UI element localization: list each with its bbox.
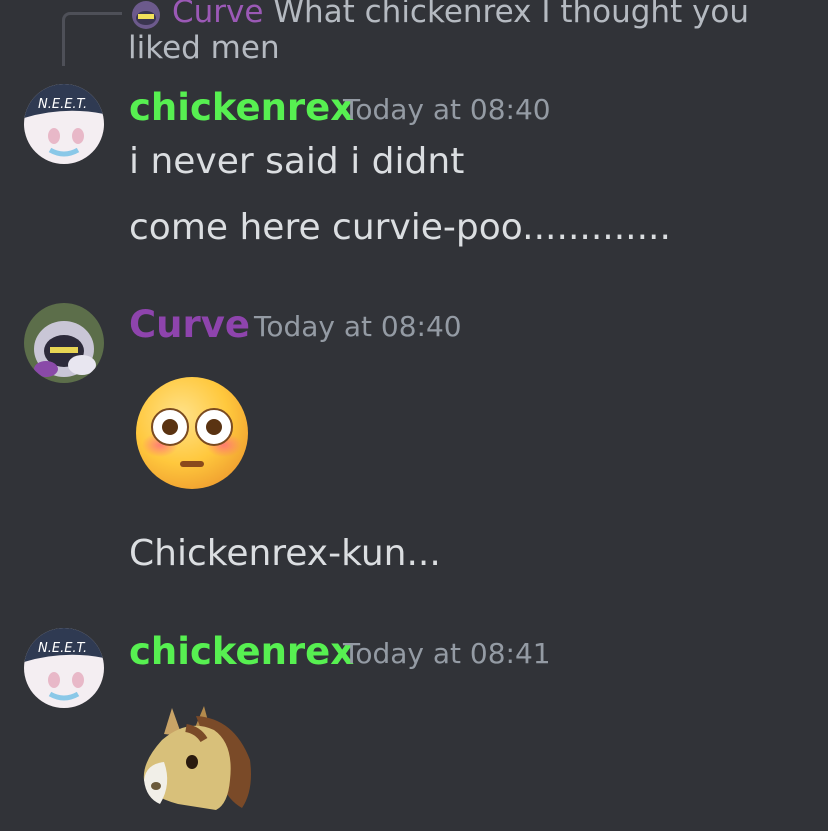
- username-chickenrex[interactable]: chickenrex: [129, 86, 354, 130]
- username-curve[interactable]: Curve: [129, 303, 250, 347]
- reply-connector: [62, 12, 122, 66]
- avatar-curve[interactable]: [24, 303, 104, 383]
- horse-face-emoji[interactable]: [138, 700, 258, 816]
- message-text: i never said i didnt: [129, 141, 465, 182]
- message-timestamp[interactable]: Today at 08:41: [343, 634, 551, 674]
- avatar-neet-text: N.E.E.T.: [38, 97, 87, 112]
- flushed-face-emoji[interactable]: [134, 375, 250, 491]
- message-timestamp[interactable]: Today at 08:40: [254, 307, 462, 347]
- message-timestamp[interactable]: Today at 08:40: [343, 90, 551, 130]
- avatar-chickenrex[interactable]: N.E.E.T.: [24, 84, 104, 164]
- reply-author[interactable]: Curve: [172, 0, 263, 30]
- reply-preview[interactable]: Curve What chickenrex I thought you like…: [128, 0, 808, 66]
- username-chickenrex[interactable]: chickenrex: [129, 630, 354, 674]
- avatar-neet-text: N.E.E.T.: [38, 641, 87, 656]
- message-text: Chickenrex-kun...: [129, 533, 441, 574]
- avatar-chickenrex[interactable]: N.E.E.T.: [24, 628, 104, 708]
- message-text: come here curvie-poo.............: [129, 207, 671, 248]
